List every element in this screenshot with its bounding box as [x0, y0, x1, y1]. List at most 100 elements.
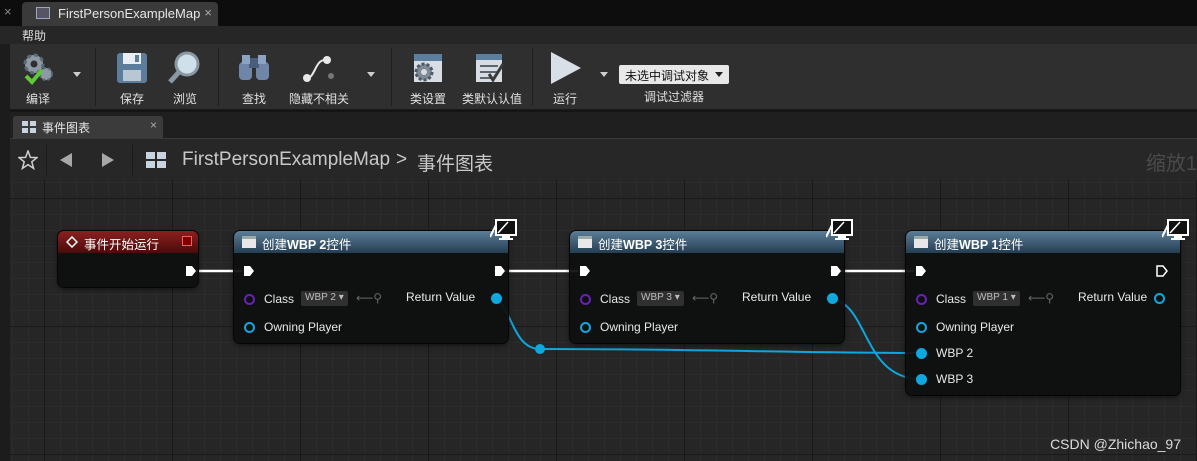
debug-object-select[interactable]: 未选中调试对象 — [619, 65, 729, 84]
browse-button[interactable]: 浏览 — [163, 44, 207, 110]
prev-tab-close-button[interactable]: × — [4, 4, 12, 19]
class-select[interactable]: WBP 1 ▾ — [973, 291, 1020, 306]
document-tab[interactable]: FirstPersonExampleMap × — [22, 2, 218, 26]
class-settings-label: 类设置 — [409, 92, 446, 106]
wbp3-pin[interactable] — [916, 374, 927, 385]
exec-in-pin[interactable] — [579, 265, 591, 277]
star-icon[interactable] — [18, 150, 38, 170]
breadcrumb-graph[interactable]: 事件图表 — [417, 149, 493, 176]
browse-asset-icon[interactable]: ⟵⚲ — [356, 291, 382, 305]
owning-player-pin[interactable] — [580, 322, 591, 333]
hide-unrelated-button[interactable]: 隐藏不相关 — [286, 44, 352, 110]
owning-player-label: Owning Player — [264, 320, 343, 334]
class-pin[interactable] — [916, 294, 927, 305]
exec-out-pin-unconnected[interactable] — [1156, 265, 1168, 277]
class-pin-label: Class — [600, 292, 631, 306]
toolbar-separator — [95, 48, 96, 106]
class-select[interactable]: WBP 2 ▾ — [301, 291, 348, 306]
owning-player-label: Owning Player — [936, 320, 1015, 334]
exec-out-pin[interactable] — [185, 265, 197, 277]
play-button[interactable]: 运行 — [542, 44, 588, 110]
widget-icon — [578, 236, 592, 248]
class-defaults-icon — [476, 54, 505, 83]
wbp2-pin-label: WBP 2 — [936, 346, 974, 360]
exec-in-pin[interactable] — [915, 265, 927, 277]
monitor-icon — [826, 219, 853, 240]
document-tab-title: FirstPersonExampleMap — [58, 6, 201, 21]
compile-label: 编译 — [25, 92, 50, 106]
binoculars-icon — [239, 55, 269, 80]
save-label: 保存 — [119, 92, 144, 106]
return-value-pin[interactable] — [827, 293, 838, 304]
graph-tab-row — [10, 112, 1197, 138]
back-arrow-icon[interactable] — [58, 151, 74, 169]
chevron-down-icon — [715, 72, 723, 77]
document-tab-close-button[interactable]: × — [204, 5, 212, 20]
forward-arrow-icon[interactable] — [100, 151, 116, 169]
tab-close-button[interactable]: × — [150, 118, 157, 132]
floppy-disk-icon — [117, 53, 147, 83]
graph-canvas[interactable]: 事件开始运行 创建WBP 2控件 Class WBP 2 ▾ ⟵⚲ Return… — [10, 180, 1197, 461]
left-edge-panel — [0, 44, 10, 461]
node-title: 创建WBP 3控件 — [598, 238, 688, 252]
class-settings-button[interactable]: 类设置 — [406, 44, 450, 110]
create-widget-wbp3-node[interactable]: 创建WBP 3控件 Class WBP 3 ▾ ⟵⚲ Return Value … — [570, 231, 844, 343]
class-pin[interactable] — [580, 294, 591, 305]
return-value-label: Return Value — [406, 290, 476, 304]
class-pin-label: Class — [936, 292, 967, 306]
browse-asset-icon[interactable]: ⟵⚲ — [1028, 291, 1054, 305]
menu-bar: 帮助 — [0, 26, 1197, 44]
tab-event-graph[interactable]: 事件图表 × — [13, 116, 163, 138]
exec-out-pin[interactable] — [494, 265, 506, 277]
class-pin[interactable] — [244, 294, 255, 305]
debug-object-value: 未选中调试对象 — [625, 69, 710, 83]
exec-out-pin[interactable] — [830, 265, 842, 277]
hide-unrelated-options-arrow[interactable] — [367, 72, 375, 77]
reroute-knot — [535, 344, 545, 354]
monitor-icon — [490, 219, 517, 240]
return-value-label: Return Value — [742, 290, 812, 304]
graph-icon — [22, 121, 36, 133]
document-tab-strip: × FirstPersonExampleMap × — [0, 0, 1197, 26]
create-widget-wbp2-node[interactable]: 创建WBP 2控件 Class WBP 2 ▾ ⟵⚲ Return Value … — [234, 231, 508, 343]
class-select[interactable]: WBP 3 ▾ — [637, 291, 684, 306]
create-widget-wbp1-node[interactable]: 创建WBP 1控件 Class WBP 1 ▾ ⟵⚲ Return Value … — [906, 231, 1180, 395]
class-defaults-button[interactable]: 类默认认值 — [462, 44, 523, 110]
graph-icon — [146, 152, 166, 168]
breadcrumb-map[interactable]: FirstPersonExampleMap — [182, 149, 390, 171]
wbp2-pin[interactable] — [916, 348, 927, 359]
divider — [132, 145, 133, 175]
compile-gear-icon — [23, 53, 53, 85]
event-begin-play-node[interactable]: 事件开始运行 — [58, 231, 198, 287]
class-defaults-label: 类默认认值 — [462, 92, 523, 106]
map-icon — [36, 7, 50, 19]
watermark: CSDN @Zhichao_97 — [1050, 436, 1181, 452]
compile-options-arrow[interactable] — [73, 72, 81, 77]
owning-player-pin[interactable] — [244, 322, 255, 333]
compile-button[interactable]: 编译 — [14, 44, 62, 110]
class-pin-label: Class — [264, 292, 295, 306]
browse-label: 浏览 — [172, 92, 197, 106]
play-options-arrow[interactable] — [600, 72, 608, 77]
delegate-pin[interactable] — [182, 236, 192, 246]
hide-unrelated-label: 隐藏不相关 — [288, 92, 349, 106]
owning-player-pin[interactable] — [916, 322, 927, 333]
divider — [46, 145, 47, 175]
return-value-label: Return Value — [1078, 290, 1148, 304]
menu-help[interactable]: 帮助 — [22, 27, 46, 44]
browse-asset-icon[interactable]: ⟵⚲ — [692, 291, 718, 305]
widget-icon — [242, 236, 256, 248]
toolbar-separator — [218, 48, 219, 106]
node-title: 创建WBP 1控件 — [934, 238, 1024, 252]
save-button[interactable]: 保存 — [110, 44, 154, 110]
owning-player-label: Owning Player — [600, 320, 679, 334]
return-value-pin[interactable] — [491, 293, 502, 304]
play-icon — [551, 52, 581, 84]
find-button[interactable]: 查找 — [232, 44, 276, 110]
wbp3-pin-label: WBP 3 — [936, 372, 974, 386]
exec-in-pin[interactable] — [243, 265, 255, 277]
return-value-pin-unconnected[interactable] — [1154, 293, 1165, 304]
toolbar-separator — [532, 48, 533, 106]
monitor-icon — [1162, 219, 1189, 240]
toolbar: 编译 保存 浏览 查找 隐藏不相关 类设置 类默认认值 运行 未选中调试对象 调… — [10, 44, 1197, 110]
